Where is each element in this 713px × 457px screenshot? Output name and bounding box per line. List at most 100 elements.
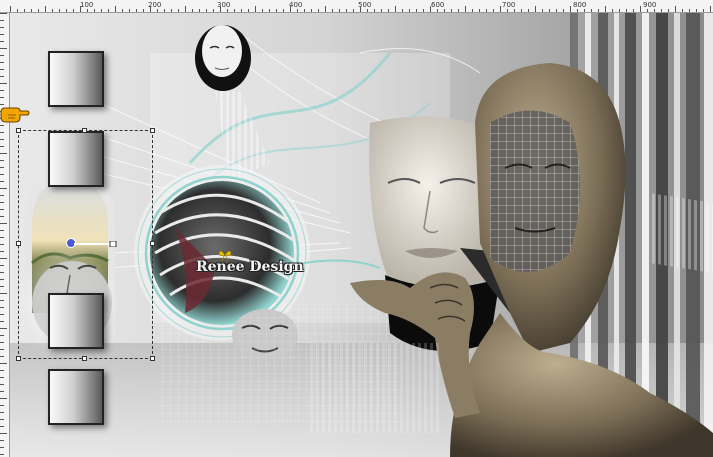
ruler-label: 700 — [502, 1, 516, 9]
ruler-tick — [605, 6, 606, 12]
resize-handle-bottom-right[interactable] — [150, 356, 155, 361]
ruler-tick — [0, 384, 4, 385]
resize-handle-bottom[interactable] — [82, 356, 87, 361]
ruler-tick — [696, 9, 697, 12]
ruler-tick — [0, 153, 7, 154]
ruler-tick — [654, 9, 655, 12]
layer-thumbnail[interactable] — [48, 369, 104, 425]
ruler-tick — [164, 9, 165, 12]
ruler-tick — [206, 9, 207, 12]
ruler-tick — [591, 9, 592, 12]
ruler-tick — [626, 9, 627, 12]
ruler-tick — [122, 9, 123, 12]
ruler-label: 300 — [217, 1, 231, 9]
ruler-tick — [80, 6, 81, 12]
ruler-tick — [101, 9, 102, 12]
ruler-tick — [0, 433, 7, 434]
ruler-tick — [514, 9, 515, 12]
ruler-tick — [24, 9, 25, 12]
ruler-tick — [0, 244, 4, 245]
ruler-tick — [94, 9, 95, 12]
ruler-tick — [472, 9, 473, 12]
ruler-tick — [38, 9, 39, 12]
ruler-tick — [0, 363, 7, 364]
ruler-tick — [45, 6, 46, 12]
ruler-tick — [710, 6, 711, 12]
ruler-tick — [59, 9, 60, 12]
ruler-tick — [283, 9, 284, 12]
ruler-tick — [0, 48, 7, 49]
ruler-tick — [0, 230, 4, 231]
ruler-tick — [108, 9, 109, 12]
ruler-tick — [248, 9, 249, 12]
ruler-tick — [311, 9, 312, 12]
ruler-tick — [0, 132, 4, 133]
ruler-tick — [0, 195, 4, 196]
ruler-tick — [570, 6, 571, 12]
ruler-tick — [458, 9, 459, 12]
ruler-tick — [451, 9, 452, 12]
resize-handle-bottom-left[interactable] — [16, 356, 21, 361]
ruler-tick — [0, 237, 4, 238]
ruler-tick — [150, 6, 151, 12]
ruler-tick — [0, 419, 4, 420]
ruler-tick — [0, 69, 4, 70]
ruler-tick — [192, 9, 193, 12]
ruler-tick — [227, 9, 228, 12]
ruler-tick — [115, 6, 116, 12]
ruler-tick — [423, 9, 424, 12]
ruler-tick — [52, 9, 53, 12]
ruler-tick — [0, 83, 7, 84]
ruler-tick — [0, 398, 7, 399]
ruler-tick — [0, 181, 4, 182]
ruler-tick — [549, 9, 550, 12]
ruler-tick — [234, 9, 235, 12]
ruler-tick — [0, 20, 4, 21]
ruler-tick — [689, 9, 690, 12]
ruler-tick — [0, 405, 4, 406]
ruler-tick — [0, 251, 4, 252]
ruler-tick — [437, 9, 438, 12]
pointing-hand-icon — [0, 107, 30, 123]
ruler-tick — [0, 97, 4, 98]
ruler-tick — [0, 76, 4, 77]
resize-handle-left[interactable] — [16, 241, 21, 246]
ruler-tick — [0, 440, 4, 441]
ruler-tick — [0, 356, 4, 357]
layer-thumbnail[interactable] — [48, 51, 104, 107]
ruler-tick — [0, 209, 4, 210]
resize-handle-right[interactable] — [150, 241, 155, 246]
resize-handle-top[interactable] — [82, 128, 87, 133]
ruler-tick — [416, 9, 417, 12]
ruler-tick — [255, 6, 256, 12]
ruler-tick — [0, 328, 7, 329]
ruler-tick — [0, 342, 4, 343]
ruler-tick — [0, 391, 4, 392]
ruler-tick — [304, 9, 305, 12]
vertical-ruler[interactable] — [0, 13, 10, 457]
ruler-tick — [0, 314, 4, 315]
ruler-tick — [430, 6, 431, 12]
ruler-tick — [353, 9, 354, 12]
resize-handle-top-left[interactable] — [16, 128, 21, 133]
ruler-label: 100 — [80, 1, 94, 9]
image-canvas[interactable]: Renee Design — [10, 13, 713, 457]
ruler-tick — [171, 9, 172, 12]
ruler-tick — [444, 9, 445, 12]
ruler-tick — [0, 335, 4, 336]
ruler-tick — [675, 6, 676, 12]
ruler-tick — [220, 6, 221, 12]
resize-handle-top-right[interactable] — [150, 128, 155, 133]
ruler-tick — [682, 9, 683, 12]
ruler-tick — [0, 412, 4, 413]
ruler-tick — [269, 9, 270, 12]
ruler-tick — [0, 13, 7, 14]
ruler-tick — [0, 286, 4, 287]
ruler-tick — [577, 9, 578, 12]
ruler-tick — [640, 6, 641, 12]
ruler-tick — [66, 9, 67, 12]
ruler-tick — [493, 9, 494, 12]
ruler-tick — [381, 9, 382, 12]
horizontal-ruler[interactable]: 100 200 300 400 500 600 700 800 900 — [0, 0, 713, 13]
ruler-tick — [633, 9, 634, 12]
